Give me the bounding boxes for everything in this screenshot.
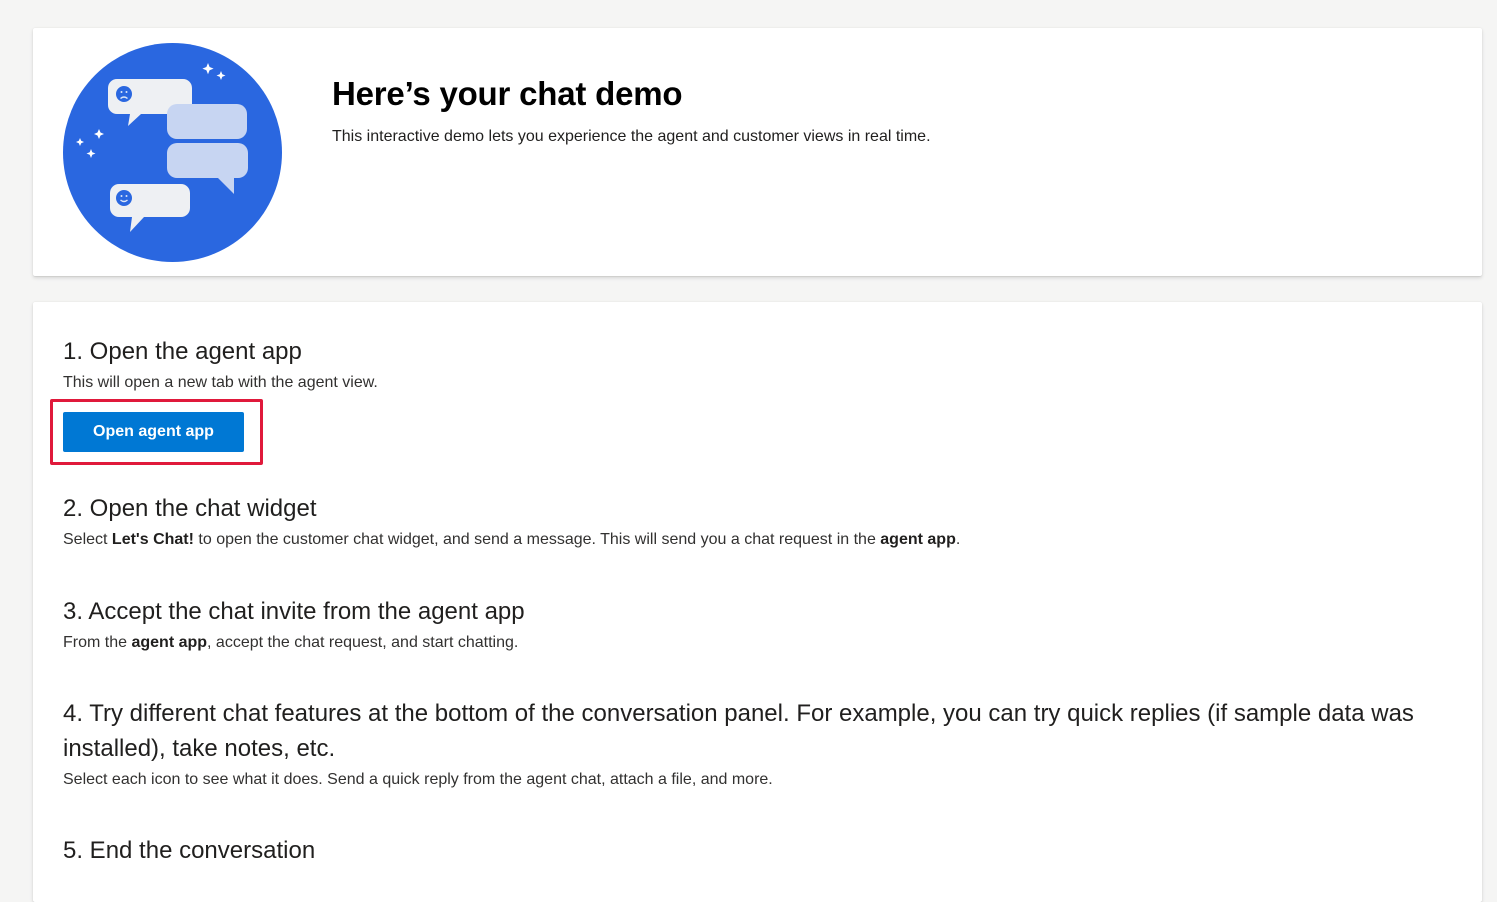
step-description: This will open a new tab with the agent … (63, 374, 378, 391)
step-title: 1. Open the agent app (63, 338, 302, 365)
steps-card: 1. Open the agent app This will open a n… (33, 302, 1482, 902)
intro-card: Here’s your chat demo This interactive d… (33, 28, 1482, 276)
page-title: Here’s your chat demo (332, 75, 683, 112)
chat-bubbles-illustration (63, 43, 282, 262)
step-4: 4. Try different chat features at the bo… (63, 696, 1423, 794)
step-title: 2. Open the chat widget (63, 495, 317, 522)
step-title: 5. End the conversation (63, 837, 316, 864)
step-description: Select Let's Chat! to open the customer … (63, 531, 961, 548)
page-subtitle: This interactive demo lets you experienc… (332, 128, 931, 145)
step-2: 2. Open the chat widget Select Let's Cha… (63, 491, 1423, 554)
step-description: Select each icon to see what it does. Se… (63, 771, 773, 788)
step-5: 5. End the conversation (63, 833, 1423, 868)
step-title: 3. Accept the chat invite from the agent… (63, 598, 525, 625)
step-title: 4. Try different chat features at the bo… (63, 700, 1414, 762)
open-agent-app-button[interactable]: Open agent app (63, 412, 244, 452)
step-3: 3. Accept the chat invite from the agent… (63, 594, 1423, 657)
step-description: From the agent app, accept the chat requ… (63, 634, 519, 651)
step-1: 1. Open the agent app This will open a n… (63, 334, 1423, 397)
